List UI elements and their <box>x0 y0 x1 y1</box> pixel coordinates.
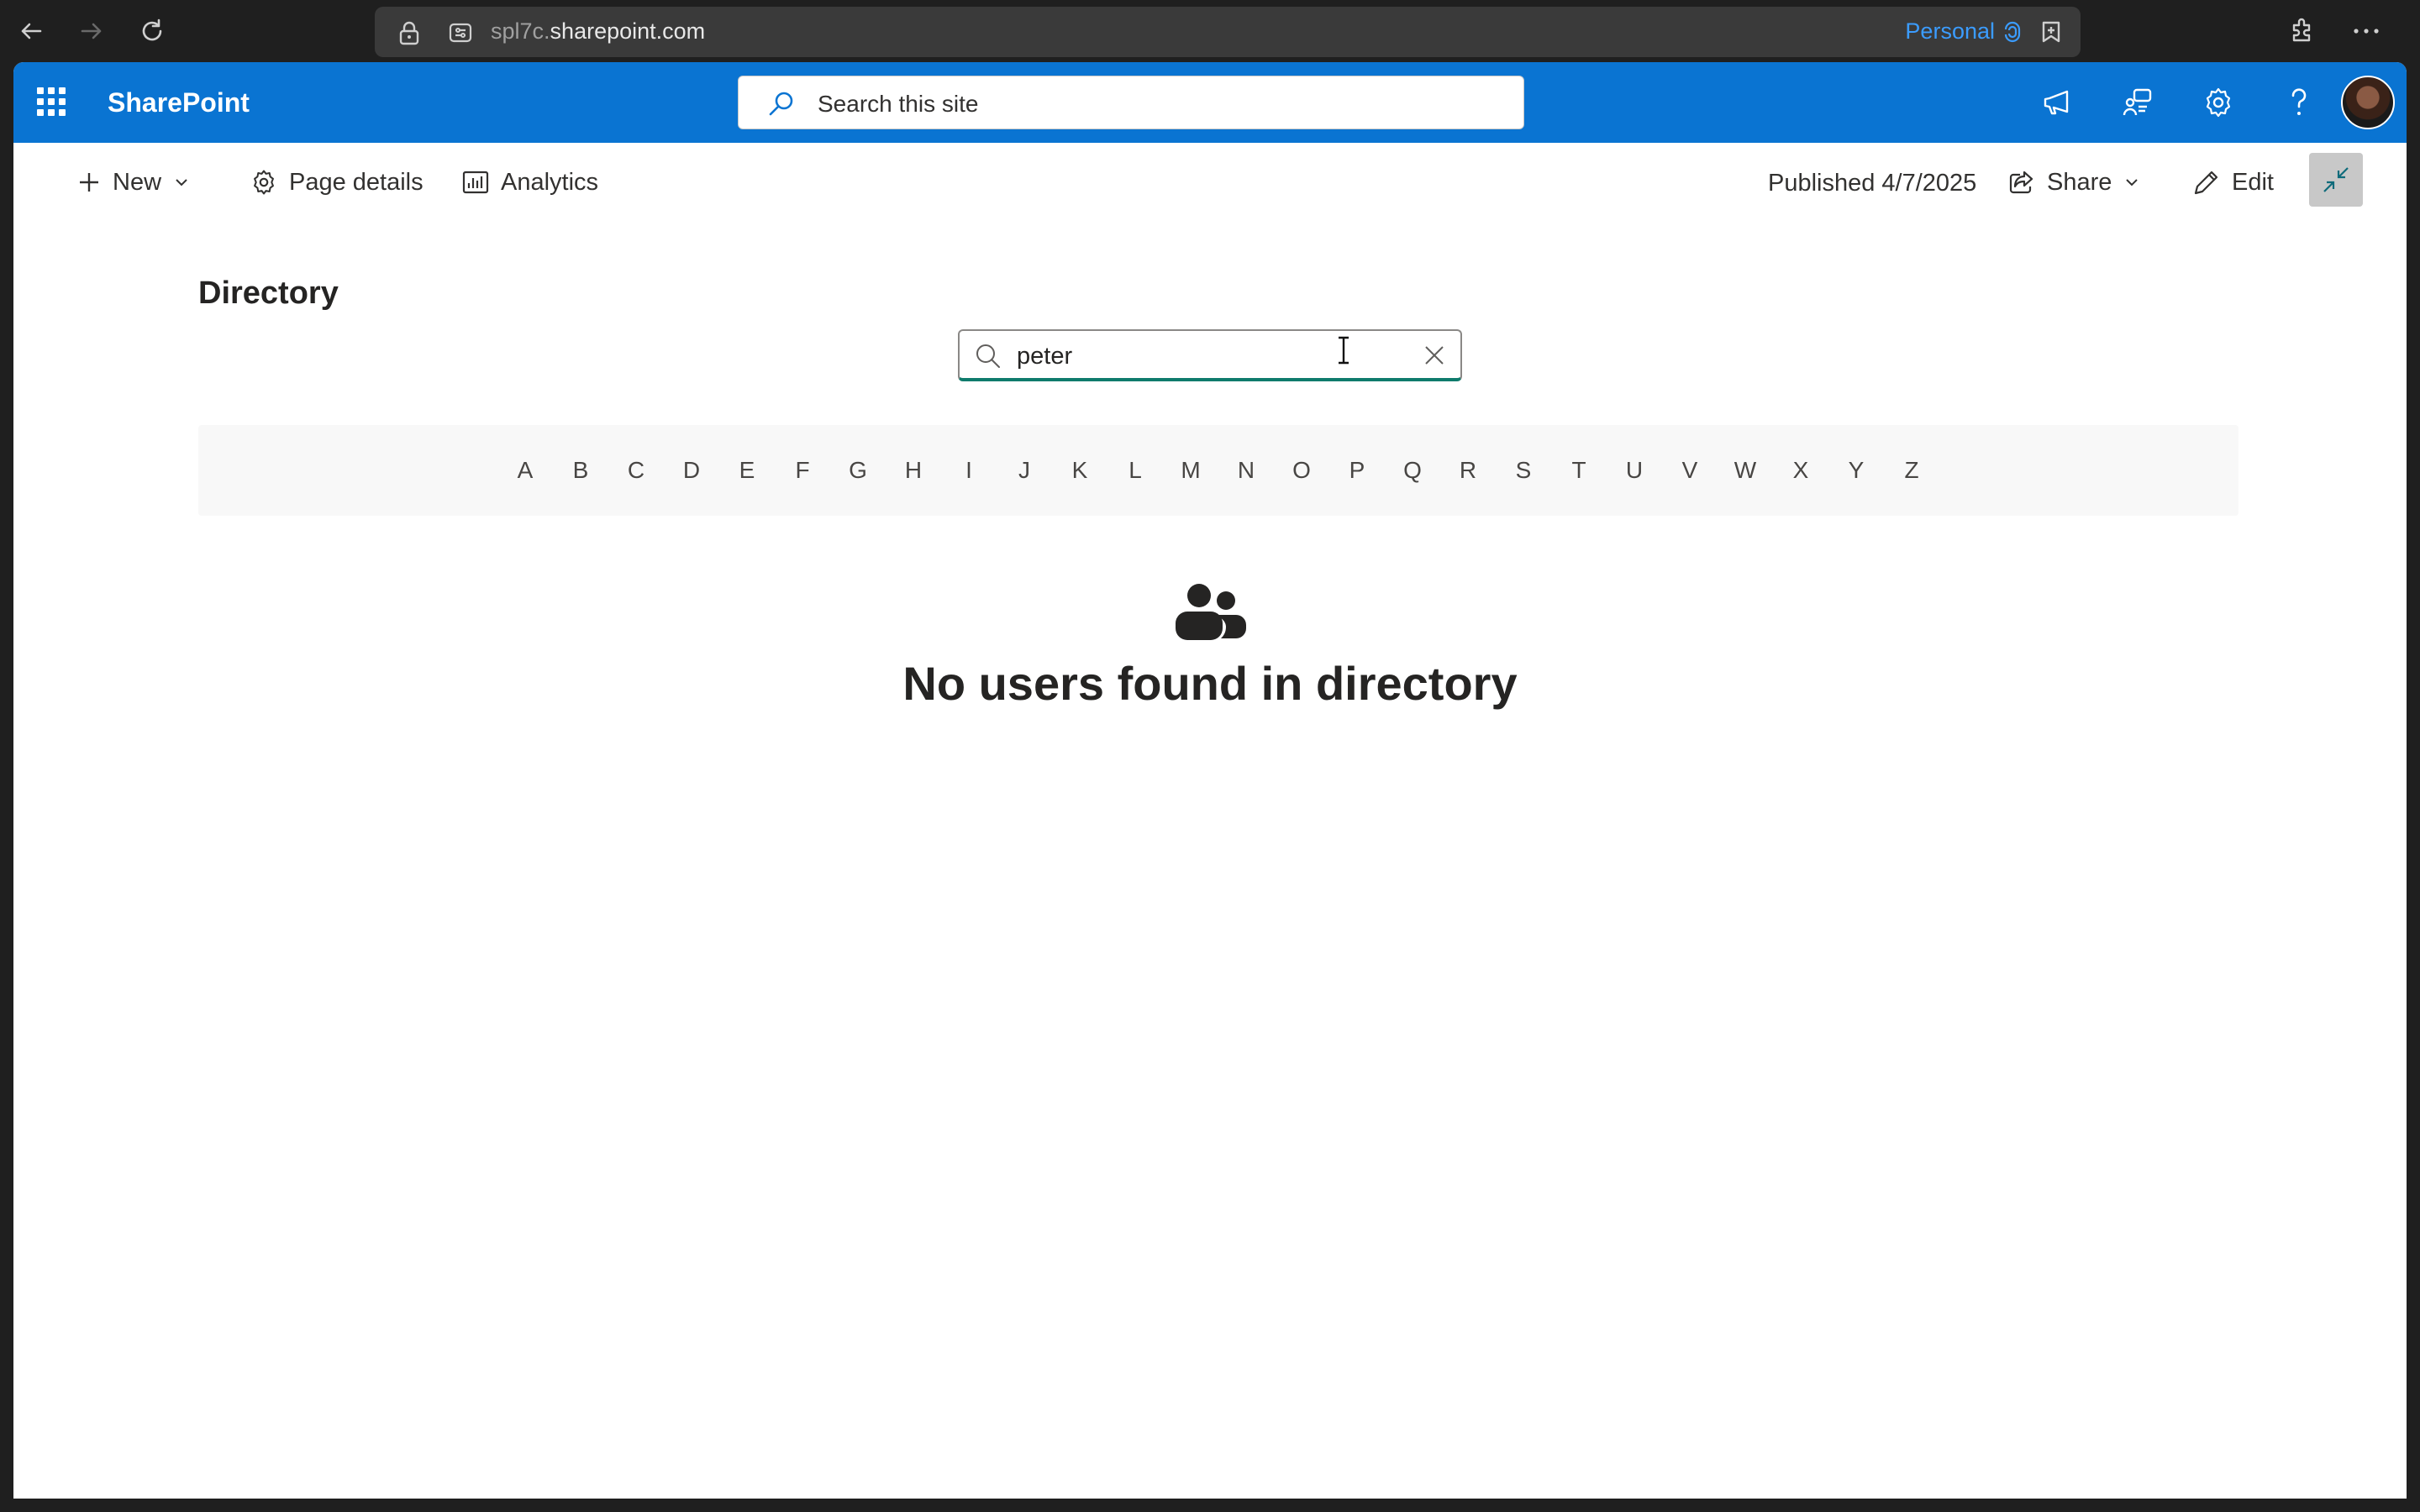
profile-label: Personal <box>1905 18 1995 44</box>
search-icon <box>976 344 1000 368</box>
text-cursor-icon <box>1339 336 1349 365</box>
collapse-icon <box>2323 167 2349 192</box>
lock-icon <box>399 21 419 45</box>
conversations-button[interactable] <box>2121 86 2154 119</box>
letter-filter-g[interactable]: G <box>830 457 886 484</box>
reload-icon <box>142 18 162 41</box>
directory-search-input[interactable]: peter <box>958 329 1462 381</box>
user-avatar[interactable] <box>2341 76 2395 129</box>
chat-icon <box>2123 88 2152 116</box>
site-search-placeholder: Search this site <box>818 91 979 117</box>
letter-filter-h[interactable]: H <box>886 457 941 484</box>
extensions-icon[interactable] <box>2287 15 2317 45</box>
chevron-down-icon <box>2126 179 2139 186</box>
plus-icon <box>80 173 98 192</box>
directory-search-value: peter <box>1017 343 1073 370</box>
announcements-button[interactable] <box>2040 86 2074 119</box>
letter-filter-t[interactable]: T <box>1551 457 1607 484</box>
empty-state: No users found in directory <box>13 583 2407 711</box>
letter-filter-o[interactable]: O <box>1274 457 1329 484</box>
letter-filter-l[interactable]: L <box>1107 457 1163 484</box>
new-label: New <box>113 168 162 196</box>
favorites-icon[interactable] <box>2039 19 2064 45</box>
letter-filter-m[interactable]: M <box>1163 457 1218 484</box>
search-icon <box>769 92 793 116</box>
letter-filter-v[interactable]: V <box>1662 457 1718 484</box>
share-icon <box>2009 171 2033 194</box>
site-settings-icon[interactable] <box>449 21 472 45</box>
letter-filter-c[interactable]: C <box>608 457 664 484</box>
edit-label: Edit <box>2232 168 2274 196</box>
letter-filter-w[interactable]: W <box>1718 457 1773 484</box>
share-button[interactable]: Share <box>2008 165 2140 200</box>
empty-state-message: No users found in directory <box>902 657 1518 710</box>
published-date: Published 4/7/2025 <box>1768 170 1977 197</box>
letter-filter-b[interactable]: B <box>553 457 608 484</box>
letter-filter-x[interactable]: X <box>1773 457 1828 484</box>
page-details-label: Page details <box>289 168 424 196</box>
share-label: Share <box>2047 168 2112 196</box>
settings-button[interactable] <box>2202 86 2235 119</box>
help-button[interactable] <box>2282 86 2316 119</box>
profile-indicator[interactable]: Personal <box>1905 18 2022 45</box>
back-button[interactable] <box>15 15 47 47</box>
url-text: spl7c.sharepoint.com <box>491 18 706 44</box>
gear-icon <box>254 170 274 195</box>
letter-filter-z[interactable]: Z <box>1884 457 1939 484</box>
address-bar[interactable]: spl7c.sharepoint.com Personal <box>375 7 2081 57</box>
analytics-button[interactable]: Analytics <box>462 165 598 200</box>
collapse-button[interactable] <box>2309 153 2363 207</box>
help-icon <box>2291 88 2307 115</box>
forward-button[interactable] <box>76 15 108 47</box>
chevron-down-icon <box>176 179 187 186</box>
page-details-button[interactable]: Page details <box>250 165 424 200</box>
fingerprint-icon <box>2004 21 2021 42</box>
browser-chrome: spl7c.sharepoint.com Personal <box>0 0 2420 62</box>
letter-filter-u[interactable]: U <box>1607 457 1662 484</box>
command-bar: New Page details Analytics Published 4/7… <box>13 143 2407 222</box>
people-icon <box>1176 584 1246 640</box>
letter-filter-s[interactable]: S <box>1496 457 1551 484</box>
letter-filter-q[interactable]: Q <box>1385 457 1440 484</box>
letter-filter-f[interactable]: F <box>775 457 830 484</box>
letter-filter-d[interactable]: D <box>664 457 719 484</box>
letter-filter-n[interactable]: N <box>1218 457 1274 484</box>
brand-name[interactable]: SharePoint <box>108 87 250 118</box>
letter-filter-j[interactable]: J <box>997 457 1052 484</box>
new-button[interactable]: New <box>77 165 190 200</box>
sharepoint-page: SharePoint Search this site New Page det… <box>13 62 2407 1499</box>
edit-button[interactable]: Edit <box>2193 165 2274 200</box>
close-icon[interactable] <box>1423 344 1445 366</box>
letter-filter-k[interactable]: K <box>1052 457 1107 484</box>
letter-filter-y[interactable]: Y <box>1828 457 1884 484</box>
arrow-right-icon <box>81 23 102 39</box>
letter-filter-a[interactable]: A <box>497 457 553 484</box>
gear-icon <box>2206 87 2231 118</box>
letter-filter-r[interactable]: R <box>1440 457 1496 484</box>
megaphone-icon <box>2044 90 2069 115</box>
more-options-icon[interactable] <box>2351 18 2381 44</box>
reload-button[interactable] <box>136 15 168 47</box>
letter-filter-i[interactable]: I <box>941 457 997 484</box>
directory-title: Directory <box>198 276 339 311</box>
app-launcher-icon[interactable] <box>37 87 66 116</box>
suite-bar: SharePoint Search this site <box>13 62 2407 143</box>
analytics-label: Analytics <box>501 168 599 196</box>
alphabet-filter: ABCDEFGHIJKLMNOPQRSTUVWXYZ <box>198 425 2238 516</box>
site-search-box[interactable]: Search this site <box>738 76 1524 129</box>
letter-filter-e[interactable]: E <box>719 457 775 484</box>
pencil-icon <box>2194 171 2218 195</box>
arrow-left-icon <box>21 23 42 39</box>
letter-filter-p[interactable]: P <box>1329 457 1385 484</box>
analytics-icon <box>462 171 489 194</box>
